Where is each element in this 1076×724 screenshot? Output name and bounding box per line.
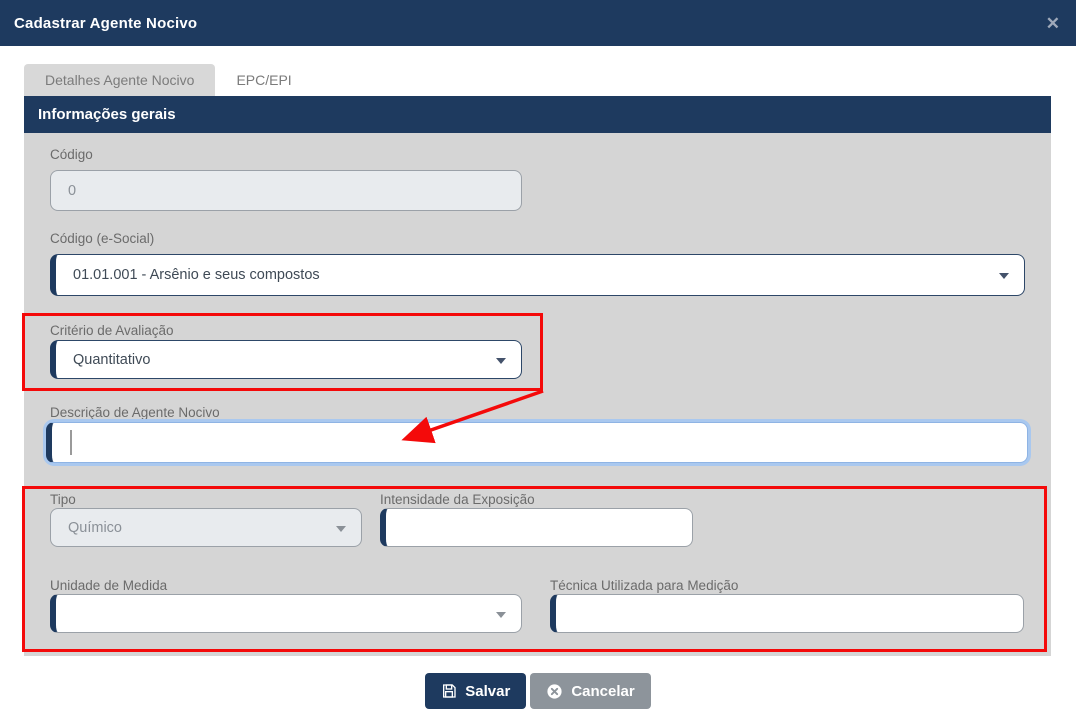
form-body: Código 0 Código (e-Social) 01.01.001 - A…: [24, 133, 1051, 656]
tipo-select: Químico: [50, 508, 362, 547]
codigo-esocial-value: 01.01.001 - Arsênio e seus compostos: [73, 267, 320, 283]
tipo-label: Tipo: [50, 492, 76, 507]
chevron-down-icon: [496, 611, 506, 618]
tab-label: EPC/EPI: [236, 72, 292, 88]
tecnica-input[interactable]: [550, 594, 1024, 633]
circle-x-icon: [547, 683, 562, 699]
tecnica-label: Técnica Utilizada para Medição: [550, 578, 739, 593]
close-icon[interactable]: ✕: [1046, 15, 1060, 32]
save-button-label: Salvar: [465, 682, 511, 700]
criterio-value: Quantitativo: [73, 351, 151, 368]
codigo-esocial-label: Código (e-Social): [50, 231, 155, 246]
intensidade-label: Intensidade da Exposição: [380, 492, 535, 507]
tab-label: Detalhes Agente Nocivo: [45, 72, 195, 88]
codigo-input: 0: [50, 170, 522, 211]
descricao-input[interactable]: [46, 422, 1028, 463]
cancel-button-label: Cancelar: [571, 682, 635, 700]
tab-bar: Detalhes Agente Nocivo EPC/EPI: [24, 64, 313, 96]
tab-detalhes-agente-nocivo[interactable]: Detalhes Agente Nocivo: [24, 64, 216, 96]
footer-actions: Salvar Cancelar: [0, 673, 1076, 709]
modal-header: Cadastrar Agente Nocivo ✕: [0, 0, 1076, 46]
chevron-down-icon: [496, 357, 506, 364]
text-caret: [70, 430, 72, 455]
tipo-value: Químico: [68, 519, 122, 536]
floppy-disk-icon: [443, 684, 456, 698]
codigo-esocial-select[interactable]: 01.01.001 - Arsênio e seus compostos: [50, 254, 1025, 296]
modal-cadastrar-agente-nocivo: Cadastrar Agente Nocivo ✕ Detalhes Agent…: [0, 0, 1076, 724]
chevron-down-icon: [999, 273, 1009, 279]
section-title: Informações gerais: [38, 106, 176, 123]
descricao-label: Descrição de Agente Nocivo: [50, 405, 220, 420]
criterio-label: Critério de Avaliação: [50, 323, 174, 338]
save-button[interactable]: Salvar: [425, 673, 527, 709]
chevron-down-icon: [336, 525, 346, 532]
cancel-button[interactable]: Cancelar: [530, 673, 651, 709]
unidade-label: Unidade de Medida: [50, 578, 168, 593]
criterio-select[interactable]: Quantitativo: [50, 340, 522, 379]
unidade-select[interactable]: [50, 594, 522, 633]
modal-title: Cadastrar Agente Nocivo: [14, 14, 198, 32]
tab-epc-epi[interactable]: EPC/EPI: [215, 64, 312, 96]
intensidade-input[interactable]: [380, 508, 693, 547]
codigo-label: Código: [50, 147, 93, 162]
codigo-value: 0: [68, 182, 77, 199]
section-header: Informações gerais: [24, 96, 1051, 133]
